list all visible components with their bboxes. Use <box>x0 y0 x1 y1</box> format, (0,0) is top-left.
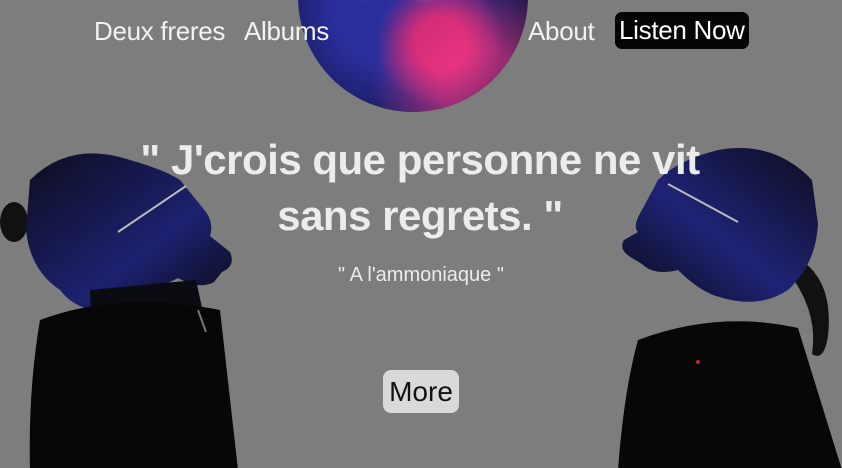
planet-image <box>298 0 528 112</box>
nav-brand-link[interactable]: Deux freres <box>94 14 225 48</box>
nav-about-link[interactable]: About <box>528 14 595 48</box>
more-button[interactable]: More <box>383 370 459 413</box>
quote-source: " A l'ammoniaque " <box>338 264 504 286</box>
nav-albums-link[interactable]: Albums <box>244 14 329 48</box>
hero-quote: " J'crois que personne ne vit sans regre… <box>100 132 740 244</box>
quote-line-2: sans regrets. " <box>277 192 563 239</box>
listen-now-button[interactable]: Listen Now <box>615 12 749 49</box>
quote-line-1: " J'crois que personne ne vit <box>140 136 700 183</box>
hero-section: Deux freres Albums About Listen Now " J'… <box>0 0 842 468</box>
